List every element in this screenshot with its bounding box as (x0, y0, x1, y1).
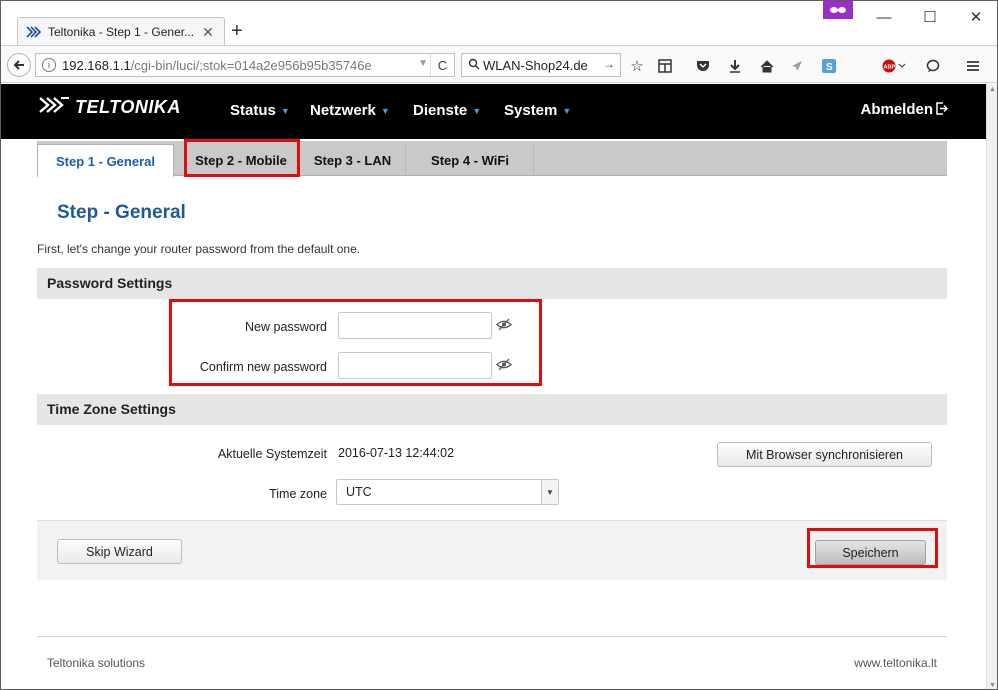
tab-close-icon[interactable]: ✕ (200, 24, 216, 41)
timezone-label: Time zone (269, 487, 327, 501)
maximize-button[interactable]: ☐ (907, 3, 953, 31)
footer-divider (37, 636, 947, 637)
toggle-password-visibility-icon[interactable] (496, 318, 514, 332)
sync-browser-button[interactable]: Mit Browser synchronisieren (717, 442, 932, 467)
menu-system[interactable]: System ▼ (504, 102, 571, 119)
tab-step-1-general[interactable]: Step 1 - General (37, 144, 174, 177)
star-icon[interactable]: ☆ (627, 56, 647, 76)
system-time-value: 2016-07-13 12:44:02 (338, 446, 455, 460)
menu-system-label: System (504, 102, 558, 119)
search-icon (468, 58, 480, 73)
action-bar: Skip Wizard Speichern (37, 520, 947, 580)
caret-down-icon: ▼ (472, 105, 482, 116)
password-settings-header: Password Settings (37, 268, 947, 299)
send-icon[interactable] (787, 56, 807, 76)
logo-mark-icon (37, 97, 71, 118)
search-go-icon[interactable]: → (603, 57, 615, 71)
page-title: Step - General (57, 202, 186, 223)
new-password-input[interactable] (338, 312, 492, 339)
back-arrow-icon (13, 60, 24, 70)
caret-down-icon: ▼ (280, 105, 290, 116)
browser-window: Teltonika - Step 1 - Gener... ✕ + — ☐ ✕ … (0, 0, 998, 690)
logout-link[interactable]: Abmelden (860, 101, 949, 118)
url-bar[interactable]: i 192.168.1.1/cgi-bin/luci/;stok=014a2e9… (35, 53, 455, 77)
abp-label: ABP (884, 65, 896, 71)
footer-website[interactable]: www.teltonika.lt (854, 656, 937, 670)
menu-status[interactable]: Status ▼ (230, 102, 290, 119)
caret-down-icon: ▼ (562, 105, 572, 116)
close-window-button[interactable]: ✕ (953, 3, 997, 31)
abp-icon[interactable]: ABP (881, 56, 909, 76)
tab-title: Teltonika - Step 1 - Gener... (48, 25, 195, 39)
confirm-password-label: Confirm new password (199, 360, 327, 374)
menu-dienste[interactable]: Dienste ▼ (413, 102, 481, 119)
scroll-up-icon[interactable]: ▲ (989, 86, 996, 93)
time-zone-settings-header: Time Zone Settings (37, 394, 947, 425)
vertical-scrollbar[interactable]: ▲ ▼ (986, 84, 997, 689)
logout-label: Abmelden (860, 101, 933, 118)
tab-step-4-wifi[interactable]: Step 4 - WiFi (407, 144, 534, 176)
s-icon[interactable]: S (819, 56, 839, 76)
navigation-toolbar: i 192.168.1.1/cgi-bin/luci/;stok=014a2e9… (1, 45, 997, 83)
menu-icon[interactable] (963, 56, 983, 76)
pocket-icon[interactable] (693, 56, 713, 76)
wizard-steps: Step 1 - General Step 2 - Mobile Step 3 … (37, 141, 947, 177)
minimize-button[interactable]: — (861, 3, 907, 31)
chevron-down-icon[interactable]: ▼ (541, 480, 558, 504)
system-time-label: Aktuelle Systemzeit (217, 447, 327, 461)
skip-wizard-button[interactable]: Skip Wizard (57, 539, 182, 564)
save-button[interactable]: Speichern (815, 540, 926, 565)
intro-text: First, let's change your router password… (37, 242, 361, 256)
menu-netzwerk-label: Netzwerk (310, 102, 376, 119)
caret-down-icon: ▼ (380, 105, 390, 116)
search-bar[interactable]: WLAN-Shop24.de → (461, 53, 621, 77)
teltonika-logo[interactable]: TELTONIKA (37, 97, 181, 118)
timezone-selected-value: UTC (346, 485, 372, 499)
home-icon[interactable] (757, 56, 777, 76)
svg-text:S: S (826, 62, 833, 73)
menu-netzwerk[interactable]: Netzwerk ▼ (310, 102, 390, 119)
url-path: /cgi-bin/luci/;stok=014a2e956b95b35746e (130, 57, 372, 73)
new-password-label: New password (245, 320, 327, 334)
reload-icon[interactable]: C (430, 54, 454, 76)
back-button[interactable] (7, 53, 31, 77)
info-icon[interactable]: i (42, 58, 56, 72)
logout-icon (936, 101, 949, 118)
toggle-confirm-visibility-icon[interactable] (496, 358, 514, 372)
url-dropdown-icon[interactable]: ▼ (418, 58, 428, 69)
url-host: 192.168.1.1 (62, 57, 131, 73)
tab-step-3-lan[interactable]: Step 3 - LAN (300, 144, 406, 176)
new-tab-button[interactable]: + (231, 21, 243, 41)
menu-dienste-label: Dienste (413, 102, 468, 119)
brand-name: TELTONIKA (75, 97, 181, 117)
tab-step-2-mobile[interactable]: Step 2 - Mobile (184, 144, 299, 176)
menu-status-label: Status (230, 102, 276, 119)
search-text: WLAN-Shop24.de (483, 57, 588, 73)
teltonika-favicon-icon (26, 24, 42, 40)
scroll-down-icon[interactable]: ▼ (989, 682, 996, 689)
browser-tab[interactable]: Teltonika - Step 1 - Gener... ✕ (17, 17, 225, 46)
chat-icon[interactable] (923, 56, 943, 76)
page-content: TELTONIKA Status ▼ Netzwerk ▼ Dienste ▼ Sys… (1, 84, 986, 689)
title-bar: Teltonika - Step 1 - Gener... ✕ + — ☐ ✕ (1, 1, 997, 46)
download-icon[interactable] (725, 56, 745, 76)
url-text[interactable]: 192.168.1.1/cgi-bin/luci/;stok=014a2e956… (62, 58, 402, 73)
footer-company: Teltonika solutions (47, 656, 146, 670)
confirm-password-input[interactable] (338, 352, 492, 379)
private-mask-icon (823, 1, 853, 19)
reader-icon[interactable] (655, 56, 675, 76)
top-navigation: TELTONIKA Status ▼ Netzwerk ▼ Dienste ▼ Sys… (1, 84, 986, 139)
timezone-select[interactable]: UTC ▼ (336, 479, 559, 505)
